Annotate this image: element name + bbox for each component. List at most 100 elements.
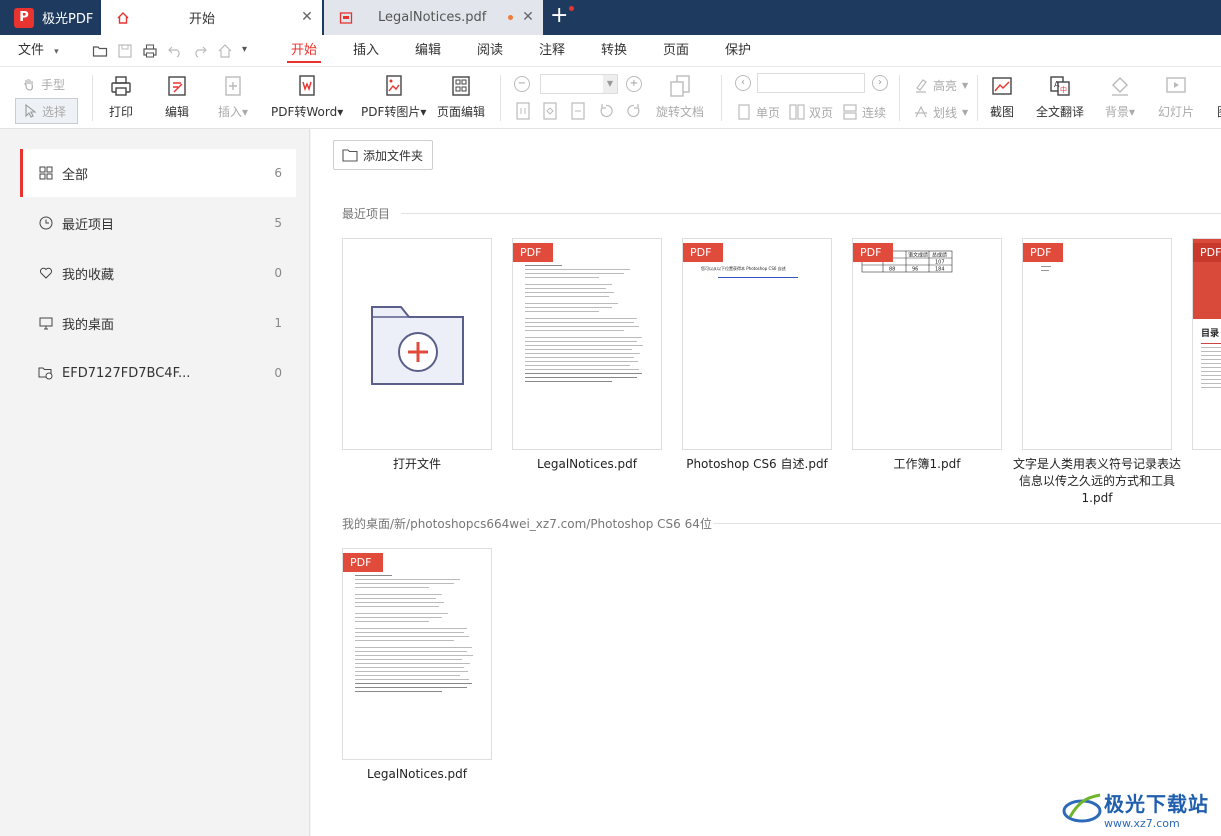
menu-edit[interactable]: 编辑 (415, 35, 441, 66)
file-name: LegalNotices.pdf (536, 457, 638, 471)
chevron-down-icon[interactable]: ▾ (242, 44, 258, 60)
background-button[interactable]: 背景▾ (1105, 73, 1135, 120)
add-folder-label: 添加文件夹 (363, 148, 424, 163)
notification-dot-icon (569, 6, 574, 11)
edit-button[interactable]: 编辑 (164, 73, 190, 120)
print-icon (108, 73, 134, 99)
translate-icon: A中 (1047, 73, 1073, 99)
file-card[interactable]: PDF 您可以从以下位置获得本 Photoshop CS6 自述 (682, 238, 832, 450)
menu-protect[interactable]: 保护 (725, 35, 751, 66)
actual-size-icon[interactable] (542, 102, 558, 120)
sidebar-item-desktop[interactable]: 我的桌面 1 (20, 299, 296, 347)
pdf-to-word-button[interactable]: PDF转Word▾ (271, 73, 343, 120)
highlight-button[interactable]: 高亮 ▼ (912, 76, 968, 94)
page-number-input[interactable] (757, 73, 865, 93)
print-label: 打印 (108, 105, 133, 119)
zoom-select[interactable]: ▼ (540, 74, 618, 94)
menu-insert[interactable]: 插入 (353, 35, 379, 66)
sidebar-item-label: 全部 (62, 167, 89, 183)
heart-icon (38, 265, 54, 281)
undo-icon[interactable] (167, 43, 183, 59)
page-edit-button[interactable]: 页面编辑 (437, 73, 485, 120)
edit-doc-icon (164, 73, 190, 99)
single-page-button[interactable]: 单页 (735, 103, 780, 121)
chevron-down-icon: ▼ (603, 75, 617, 93)
overflow-tool-button[interactable]: 图 (1210, 73, 1221, 120)
cursor-icon (21, 102, 39, 120)
tab-home[interactable]: 开始 ✕ (101, 0, 322, 35)
monitor-icon (38, 315, 54, 331)
sidebar-item-folder[interactable]: EFD7127FD7BC4F... 0 (20, 349, 296, 397)
file-menu[interactable]: 文件 ▾ (18, 35, 59, 66)
hand-tool-button[interactable]: 手型 (20, 75, 65, 93)
insert-page-icon (220, 73, 246, 99)
strikethrough-label: 划线 (933, 105, 958, 120)
file-card[interactable]: PDF (512, 238, 662, 450)
pdf-to-image-button[interactable]: PDF转图片▾ (361, 73, 426, 120)
pdf-badge: PDF (343, 553, 383, 572)
menu-page[interactable]: 页面 (663, 35, 689, 66)
recent-section-title: 最近项目 (342, 207, 391, 221)
file-name: 打开文件 (392, 457, 441, 471)
file-card[interactable]: 语文成绩 总成绩 107 88 96 184 PDF (852, 238, 1002, 450)
file-card[interactable]: PDF 目录 (1192, 238, 1221, 450)
translate-button[interactable]: A中 全文翻译 (1036, 73, 1084, 120)
rotate-doc-button[interactable]: 旋转文档 (656, 73, 704, 120)
document-preview (355, 575, 479, 695)
highlight-label: 高亮 (933, 78, 958, 93)
pdf-to-word-text: PDF转Word (271, 105, 338, 119)
continuous-button[interactable]: 连续 (841, 103, 886, 121)
document-preview-text: 您可以从以下位置获得本 Photoshop CS6 自述 (701, 266, 786, 271)
zoom-in-icon[interactable]: + (626, 76, 642, 92)
pdf-badge: PDF (513, 243, 553, 262)
fit-width-icon[interactable] (570, 102, 586, 120)
double-page-button[interactable]: 双页 (788, 103, 833, 121)
slideshow-icon (1163, 73, 1189, 99)
redo-icon[interactable] (192, 43, 208, 59)
rotate-right-icon[interactable] (626, 103, 642, 119)
menu-start[interactable]: 开始 (286, 35, 322, 66)
zoom-out-icon[interactable]: − (514, 76, 530, 92)
sheet-cell: 107 (935, 260, 945, 266)
insert-button[interactable]: 插入▾ (218, 73, 248, 120)
new-tab-button[interactable]: + (550, 5, 574, 28)
tab-legalnotices[interactable]: LegalNotices.pdf ✕ (324, 0, 543, 35)
menu-annotate[interactable]: 注释 (539, 35, 565, 66)
open-folder-icon[interactable] (92, 43, 108, 59)
sidebar-item-count: 6 (274, 166, 282, 180)
next-page-icon[interactable]: › (872, 75, 888, 91)
print-button[interactable]: 打印 (108, 73, 134, 120)
rotate-left-icon[interactable] (598, 103, 614, 119)
sidebar-item-all[interactable]: 全部 6 (20, 149, 296, 197)
chevron-down-icon: ▼ (962, 80, 969, 90)
screenshot-button[interactable]: 截图 (989, 73, 1015, 120)
file-card[interactable]: PDF (342, 548, 492, 760)
select-tool-button[interactable]: 选择 (15, 98, 78, 124)
watermark-logo-icon (1062, 793, 1102, 823)
file-name: Photoshop CS6 自述.pdf (686, 457, 828, 471)
home-icon[interactable] (217, 43, 233, 59)
unsaved-dot-icon (508, 15, 513, 20)
insert-label: 插入▾ (218, 105, 249, 119)
fit-page-icon[interactable] (515, 102, 531, 120)
strikethrough-button[interactable]: 划线 ▼ (912, 103, 968, 121)
background-label: 背景▾ (1105, 105, 1136, 119)
close-icon[interactable]: ✕ (300, 10, 314, 24)
sidebar-item-favorites[interactable]: 我的收藏 0 (20, 249, 296, 297)
slideshow-button[interactable]: 幻灯片 (1158, 73, 1194, 120)
close-icon[interactable]: ✕ (521, 10, 535, 24)
save-icon[interactable] (117, 43, 133, 59)
open-file-card[interactable] (342, 238, 492, 450)
sidebar-item-recent[interactable]: 最近项目 5 (20, 199, 296, 247)
file-card[interactable]: PDF (1022, 238, 1172, 450)
background-text: 背景 (1105, 105, 1130, 119)
double-page-label: 双页 (809, 105, 834, 120)
add-folder-button[interactable]: 添加文件夹 (333, 140, 433, 170)
toc-label: 目录 (1201, 329, 1220, 339)
page-edit-label: 页面编辑 (437, 105, 486, 119)
prev-page-icon[interactable]: ‹ (735, 75, 751, 91)
menu-convert[interactable]: 转换 (601, 35, 627, 66)
print-icon[interactable] (142, 43, 158, 59)
menu-read[interactable]: 阅读 (477, 35, 503, 66)
pdf-file-icon (338, 10, 354, 26)
